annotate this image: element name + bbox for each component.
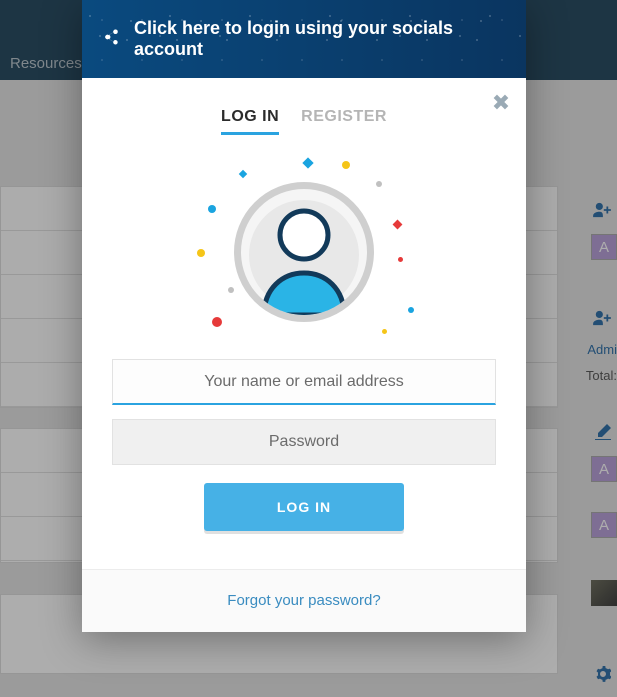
modal-footer: Forgot your password? — [82, 569, 526, 632]
tab-login[interactable]: LOG IN — [221, 108, 279, 135]
social-banner-text: Click here to login using your socials a… — [134, 18, 506, 60]
username-input[interactable] — [112, 359, 496, 405]
avatar-circle — [234, 182, 374, 322]
close-icon: ✖ — [492, 90, 510, 116]
tab-register[interactable]: REGISTER — [301, 108, 387, 135]
share-icon — [102, 28, 120, 51]
social-login-banner[interactable]: Click here to login using your socials a… — [82, 0, 526, 78]
login-button[interactable]: LOG IN — [204, 483, 404, 531]
auth-tabs: LOG IN REGISTER — [112, 108, 496, 135]
forgot-password-link[interactable]: Forgot your password? — [227, 592, 380, 609]
password-input[interactable] — [112, 419, 496, 465]
user-icon — [249, 195, 359, 315]
login-modal: Click here to login using your socials a… — [82, 0, 526, 632]
avatar-illustration — [194, 157, 414, 347]
close-button[interactable]: ✖ — [490, 92, 512, 114]
